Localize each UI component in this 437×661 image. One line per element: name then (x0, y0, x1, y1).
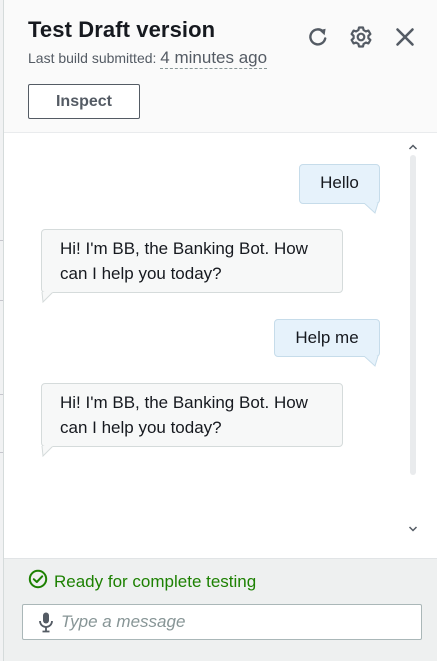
scrollbar-thumb[interactable] (410, 155, 416, 475)
last-build-info: Last build submitted: 4 minutes ago (28, 48, 268, 69)
close-icon[interactable] (392, 24, 418, 50)
edge-tick (0, 394, 3, 395)
microphone-icon[interactable] (37, 611, 55, 633)
message-text-line-1: Hi! I'm BB, the Banking Bot. How (60, 239, 308, 258)
scroll-down-icon[interactable] (407, 523, 419, 535)
conversation-area[interactable]: Hello Hi! I'm BB, the Banking Bot. How c… (4, 133, 437, 557)
settings-icon[interactable] (348, 24, 374, 50)
message-text-line-2: can I help you today? (60, 264, 222, 283)
last-build-time[interactable]: 4 minutes ago (160, 48, 268, 69)
edge-tick (0, 452, 3, 453)
refresh-icon[interactable] (305, 24, 331, 50)
message-text: Help me (295, 328, 359, 347)
status-indicator: Ready for complete testing (28, 569, 256, 594)
bubble-tail (364, 203, 379, 214)
message-text-line-2: can I help you today? (60, 418, 222, 437)
message-input-box[interactable] (22, 604, 422, 640)
edge-tick (0, 300, 3, 301)
last-build-label: Last build submitted: (28, 50, 157, 66)
panel-header: Test Draft version Last build submitted:… (4, 0, 437, 133)
message-input[interactable] (61, 612, 401, 632)
edge-tick (0, 240, 3, 241)
bot-message: Hi! I'm BB, the Banking Bot. How can I h… (41, 229, 343, 293)
inspect-button[interactable]: Inspect (28, 84, 140, 119)
message-text: Hello (320, 173, 359, 192)
check-circle-icon (28, 569, 48, 594)
bot-message: Hi! I'm BB, the Banking Bot. How can I h… (41, 383, 343, 447)
status-text: Ready for complete testing (54, 571, 257, 591)
status-footer: Ready for complete testing (4, 558, 437, 661)
user-message: Help me (274, 319, 380, 357)
bubble-tail (364, 356, 379, 367)
bubble-tail (41, 446, 54, 458)
panel-title: Test Draft version (28, 17, 216, 42)
message-text-line-1: Hi! I'm BB, the Banking Bot. How (60, 393, 308, 412)
scroll-up-icon[interactable] (407, 141, 419, 153)
user-message: Hello (299, 164, 380, 204)
test-bot-panel: Test Draft version Last build submitted:… (0, 0, 437, 661)
bubble-tail (41, 292, 54, 304)
